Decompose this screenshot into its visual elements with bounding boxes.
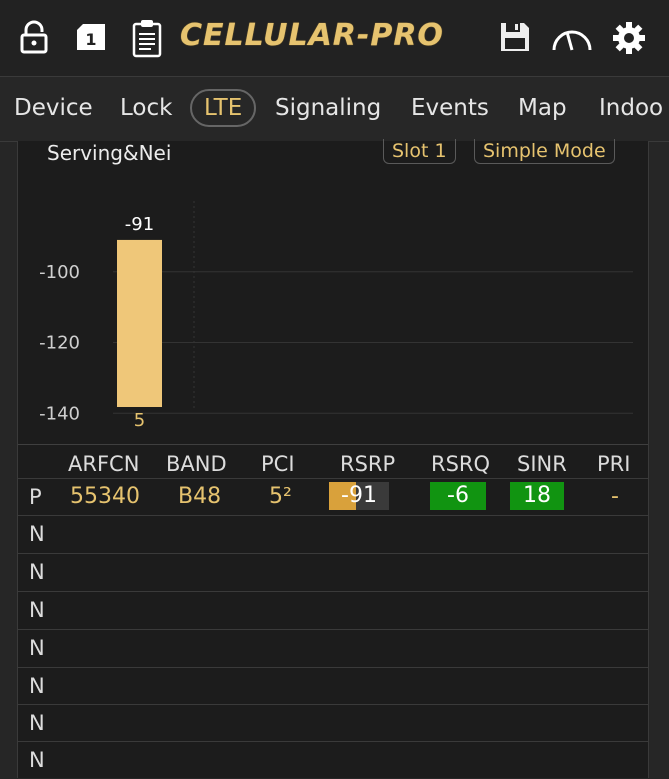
- row-type: N: [29, 636, 45, 660]
- tab-lte[interactable]: LTE: [190, 89, 257, 127]
- col-pci: PCI: [261, 452, 295, 476]
- cell-pci: 5²: [269, 484, 292, 509]
- table-row[interactable]: N: [18, 667, 648, 705]
- cell-sinr: 18: [510, 482, 564, 510]
- tab-events[interactable]: Events: [411, 91, 489, 125]
- tab-device[interactable]: Device: [14, 91, 93, 125]
- row-type: N: [29, 748, 45, 772]
- sim-card-icon[interactable]: 1: [73, 20, 109, 56]
- y-tick-label: -100: [39, 262, 80, 283]
- cell-arfcn: 55340: [70, 484, 140, 509]
- app-logo: CELLULAR-PRO: [180, 18, 444, 53]
- col-rsrp: RSRP: [340, 452, 396, 476]
- row-type: N: [29, 674, 45, 698]
- row-type: N: [29, 598, 45, 622]
- table-row[interactable]: N: [18, 629, 648, 667]
- table-row[interactable]: N: [18, 741, 648, 779]
- cell-rsrp: -91: [329, 482, 389, 510]
- signal-bar[interactable]: [117, 239, 162, 407]
- clipboard-icon[interactable]: [129, 18, 165, 58]
- gear-icon[interactable]: [611, 20, 647, 56]
- table-row[interactable]: N: [18, 704, 648, 742]
- col-pri: PRI: [597, 452, 631, 476]
- rsrp-value: -91: [341, 483, 377, 508]
- signal-chart: -100 -120 -140 -91 5: [39, 201, 633, 431]
- save-icon[interactable]: [498, 20, 534, 56]
- bar-category-label: 5: [134, 410, 145, 431]
- row-type: N: [29, 522, 45, 546]
- tab-bar: Device Lock LTE Signaling Events Map Ind…: [0, 77, 669, 142]
- top-toolbar: 1 CELLULAR-PRO: [0, 0, 669, 77]
- serving-neighbor-panel: Serving&Nei Slot 1 Simple Mode -100 -120-…: [17, 139, 649, 779]
- bar-value-label: -91: [125, 214, 154, 235]
- tab-indoor[interactable]: Indoo: [599, 91, 663, 125]
- table-row[interactable]: N: [18, 515, 648, 553]
- cell-pri: -: [611, 484, 619, 509]
- lock-icon[interactable]: [16, 20, 52, 56]
- table-row[interactable]: N: [18, 591, 648, 629]
- col-rsrq: RSRQ: [431, 452, 491, 476]
- y-tick-label: -140: [39, 403, 80, 424]
- cell-rsrq: -6: [430, 482, 486, 510]
- col-arfcn: ARFCN: [68, 452, 140, 476]
- table-row-primary[interactable]: P 55340 B48 5² -91 -6 18 -: [18, 478, 648, 516]
- cell-band: B48: [178, 484, 222, 509]
- table-header: ARFCN BAND PCI RSRP RSRQ SINR PRI: [18, 444, 648, 479]
- tab-map[interactable]: Map: [518, 91, 567, 125]
- tab-lock[interactable]: Lock: [120, 91, 172, 125]
- row-type: N: [29, 711, 45, 735]
- row-type: N: [29, 560, 45, 584]
- table-row[interactable]: N: [18, 553, 648, 591]
- col-band: BAND: [166, 452, 227, 476]
- gauge-icon[interactable]: [550, 20, 592, 56]
- tab-signaling[interactable]: Signaling: [275, 91, 381, 125]
- row-type: P: [29, 485, 42, 509]
- col-sinr: SINR: [517, 452, 567, 476]
- y-tick-label: -120: [39, 333, 80, 354]
- sim-number: 1: [85, 30, 96, 49]
